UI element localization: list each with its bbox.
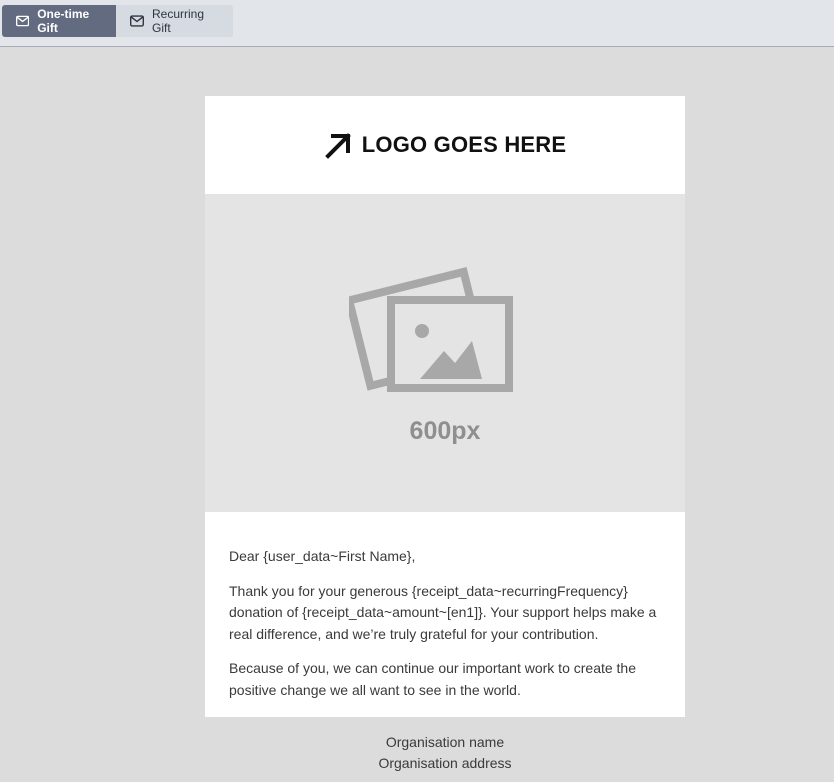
top-toolbar: One-time Gift Recurring Gift bbox=[0, 0, 834, 47]
email-preview: LOGO GOES HERE 600px Dear {user_data~Fir… bbox=[205, 96, 685, 717]
tab-recurring-gift[interactable]: Recurring Gift bbox=[116, 5, 233, 37]
tab-label: Recurring Gift bbox=[151, 7, 205, 35]
logo-header: LOGO GOES HERE bbox=[205, 96, 685, 194]
arrow-up-right-icon bbox=[324, 133, 351, 159]
email-footer: Organisation name Organisation address bbox=[205, 732, 685, 774]
greeting-paragraph: Dear {user_data~First Name}, bbox=[229, 548, 416, 564]
tab-one-time-gift[interactable]: One-time Gift bbox=[2, 5, 116, 37]
image-placeholder-icon bbox=[349, 267, 513, 392]
email-body: Dear {user_data~First Name}, Thank you f… bbox=[205, 512, 685, 717]
thank-you-paragraph: Thank you for your generous {receipt_dat… bbox=[229, 582, 657, 642]
organisation-address: Organisation address bbox=[378, 755, 512, 771]
hero-size-label: 600px bbox=[409, 417, 481, 445]
mail-icon bbox=[130, 15, 144, 27]
tab-label: One-time Gift bbox=[37, 7, 90, 35]
organisation-name: Organisation name bbox=[385, 734, 505, 750]
impact-paragraph: Because of you, we can continue our impo… bbox=[229, 660, 637, 698]
logo-text: LOGO GOES HERE bbox=[361, 132, 567, 157]
mail-icon bbox=[16, 15, 30, 27]
template-tabs: One-time Gift Recurring Gift bbox=[2, 5, 233, 37]
hero-image-placeholder: 600px bbox=[205, 194, 685, 512]
